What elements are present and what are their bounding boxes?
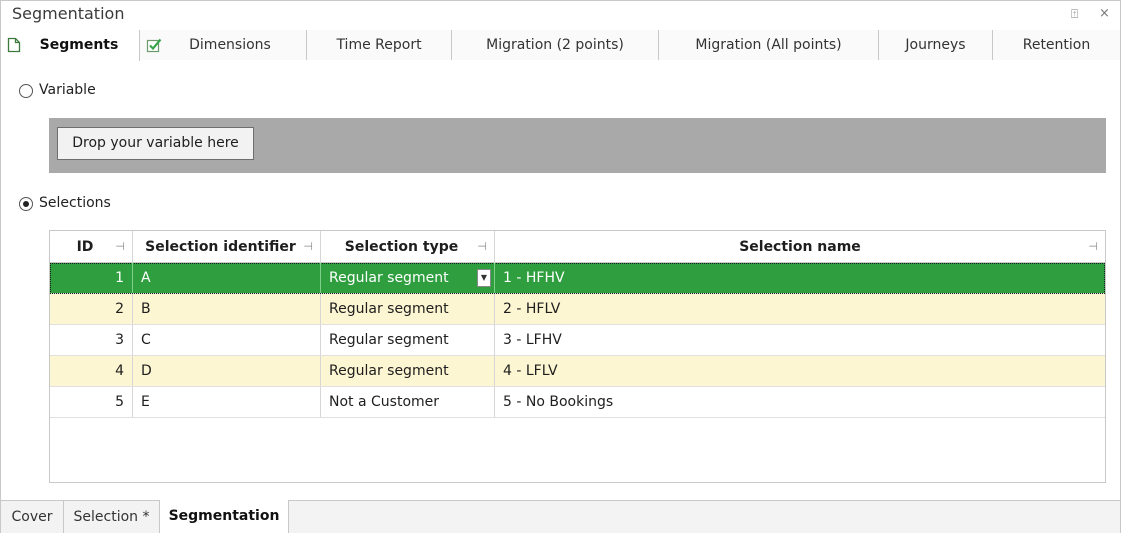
tab-label: Migration (2 points)	[486, 37, 624, 53]
cell-id[interactable]: 3	[50, 325, 133, 355]
segmentation-panel: Segmentation ⍐ × Segments Dimensions Tim…	[0, 0, 1121, 533]
tab-time-report[interactable]: Time Report	[307, 30, 452, 60]
cell-identifier[interactable]: D	[133, 356, 321, 386]
doc-tab-segmentation[interactable]: Segmentation	[160, 500, 289, 533]
cell-type[interactable]: Regular segment	[321, 294, 495, 324]
tab-strip: Segments Dimensions Time Report Migratio…	[1, 30, 1120, 61]
close-icon[interactable]: ×	[1099, 6, 1110, 21]
panel-title: Segmentation	[12, 4, 125, 23]
cell-name[interactable]: 4 - LFLV	[495, 356, 1105, 386]
tab-label: Migration (All points)	[695, 37, 842, 53]
selections-radio-label: Selections	[39, 195, 111, 211]
cell-type[interactable]: Regular segment	[321, 356, 495, 386]
drop-variable-button[interactable]: Drop your variable here	[57, 127, 254, 160]
tab-segments[interactable]: Segments	[1, 30, 140, 61]
doc-tab-label: Selection *	[73, 509, 150, 525]
tab-label: Segments	[39, 37, 119, 53]
cell-type[interactable]: Not a Customer	[321, 387, 495, 417]
pin-icon[interactable]: ⍐	[1071, 7, 1078, 22]
column-header-label: Selection type	[344, 239, 459, 255]
tab-label: Journeys	[905, 37, 966, 53]
cell-identifier[interactable]: C	[133, 325, 321, 355]
cell-id[interactable]: 2	[50, 294, 133, 324]
tab-label: Dimensions	[189, 37, 271, 53]
document-tab-strip: Cover Selection * Segmentation	[1, 500, 1120, 533]
checked-box-icon	[146, 38, 162, 53]
cell-name[interactable]: 2 - HFLV	[495, 294, 1105, 324]
column-header-label: Selection name	[739, 239, 861, 255]
cell-type-value: Regular segment	[329, 270, 449, 286]
table-row[interactable]: 2 B Regular segment 2 - HFLV	[50, 294, 1105, 325]
column-pin-icon[interactable]: ⊣	[303, 231, 313, 263]
cell-id[interactable]: 5	[50, 387, 133, 417]
cell-id[interactable]: 4	[50, 356, 133, 386]
column-header-selection-identifier[interactable]: Selection identifier ⊣	[133, 231, 321, 263]
table-row[interactable]: 4 D Regular segment 4 - LFLV	[50, 356, 1105, 387]
variable-radio[interactable]	[19, 84, 33, 98]
cell-type[interactable]: Regular segment	[321, 325, 495, 355]
column-pin-icon[interactable]: ⊣	[115, 231, 125, 263]
tab-migration-2-points[interactable]: Migration (2 points)	[452, 30, 659, 60]
grid-header: ID ⊣ Selection identifier ⊣ Selection ty…	[50, 231, 1105, 263]
document-icon	[7, 37, 21, 53]
column-header-label: ID	[76, 239, 94, 255]
cell-name[interactable]: 5 - No Bookings	[495, 387, 1105, 417]
tab-label: Time Report	[336, 37, 422, 53]
chevron-down-icon[interactable]: ▼	[477, 269, 491, 287]
table-row[interactable]: 5 E Not a Customer 5 - No Bookings	[50, 387, 1105, 418]
table-row[interactable]: 1 A Regular segment ▼ 1 - HFHV	[50, 263, 1105, 294]
variable-radio-label: Variable	[39, 82, 96, 98]
cell-identifier[interactable]: B	[133, 294, 321, 324]
column-header-selection-name[interactable]: Selection name ⊣	[495, 231, 1105, 263]
cell-id[interactable]: 1	[50, 263, 133, 293]
cell-name[interactable]: 3 - LFHV	[495, 325, 1105, 355]
column-header-label: Selection identifier	[145, 239, 296, 255]
radio-selected-dot	[23, 201, 29, 207]
tab-retention[interactable]: Retention	[993, 30, 1120, 60]
table-row[interactable]: 3 C Regular segment 3 - LFHV	[50, 325, 1105, 356]
selections-radio[interactable]	[19, 197, 33, 211]
cell-type-editor[interactable]: Regular segment ▼	[321, 263, 495, 293]
doc-tab-label: Segmentation	[168, 508, 280, 524]
tab-journeys[interactable]: Journeys	[879, 30, 993, 60]
variable-drop-zone[interactable]: Drop your variable here	[49, 118, 1106, 173]
panel-titlebar: Segmentation ⍐ ×	[1, 1, 1120, 29]
tab-label: Retention	[1022, 37, 1091, 53]
cell-identifier[interactable]: A	[133, 263, 321, 293]
column-header-id[interactable]: ID ⊣	[50, 231, 133, 263]
tab-dimensions[interactable]: Dimensions	[140, 30, 307, 60]
selections-grid: ID ⊣ Selection identifier ⊣ Selection ty…	[49, 230, 1106, 483]
cell-name[interactable]: 1 - HFHV	[495, 263, 1105, 293]
column-header-selection-type[interactable]: Selection type ⊣	[321, 231, 495, 263]
column-pin-icon[interactable]: ⊣	[477, 231, 487, 263]
doc-tab-cover[interactable]: Cover	[1, 501, 64, 533]
tab-migration-all-points[interactable]: Migration (All points)	[659, 30, 879, 60]
doc-tab-selection[interactable]: Selection *	[64, 501, 160, 533]
column-pin-icon[interactable]: ⊣	[1088, 231, 1098, 263]
doc-tab-label: Cover	[11, 509, 53, 525]
cell-identifier[interactable]: E	[133, 387, 321, 417]
